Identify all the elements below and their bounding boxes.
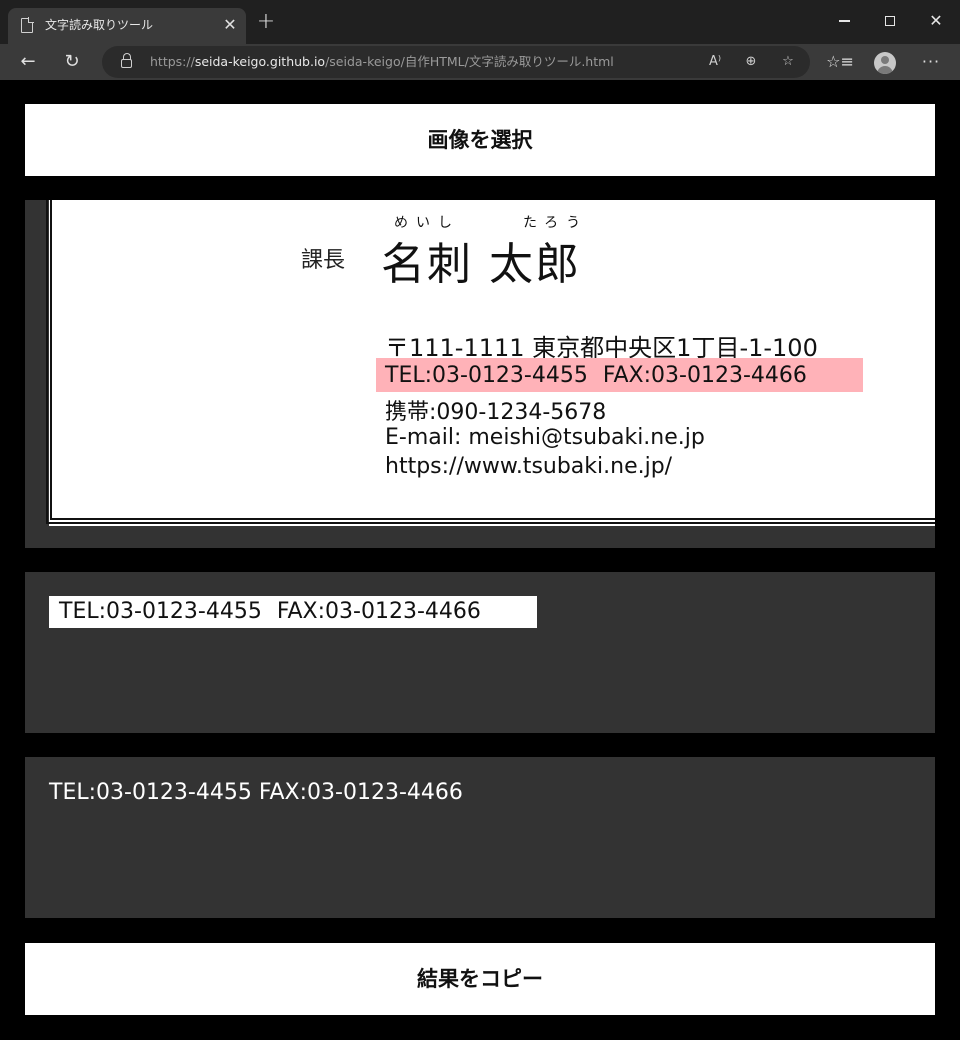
card-tel-fax: TEL:03-0123-4455 FAX:03-0123-4466 xyxy=(385,363,807,388)
plus-icon[interactable]: + xyxy=(255,11,277,33)
cropped-image: TEL:03-0123-4455 FAX:03-0123-4466 xyxy=(49,596,537,628)
browser-toolbar: ← ↻ https://seida-keigo.github.io/seida-… xyxy=(0,44,960,80)
card-url: https://www.tsubaki.ne.jp/ xyxy=(385,454,673,479)
card-mobile: 携帯:090-1234-5678 xyxy=(385,400,607,425)
url-scheme: https:// xyxy=(150,54,195,69)
avatar xyxy=(874,51,896,74)
lock-icon[interactable] xyxy=(121,53,132,68)
address-bar[interactable]: https://seida-keigo.github.io/seida-keig… xyxy=(102,46,810,78)
business-card-image[interactable]: めいし たろう 課長 名刺 太郎 〒111-1111 東京都中央区1丁目-1-1… xyxy=(46,200,935,526)
favorite-add-icon[interactable]: ☆ xyxy=(777,52,799,72)
page-body: 画像を選択 めいし たろう 課長 名刺 太郎 〒111-1111 東京都中央区1… xyxy=(0,80,960,1040)
result-panel[interactable]: TEL:03-0123-4455 FAX:03-0123-4466 xyxy=(25,757,935,918)
copy-result-button[interactable]: 結果をコピー xyxy=(25,943,935,1015)
card-role: 課長 xyxy=(301,248,346,273)
tab-title: 文字読み取りツール xyxy=(45,18,154,32)
image-preview-panel[interactable]: めいし たろう 課長 名刺 太郎 〒111-1111 東京都中央区1丁目-1-1… xyxy=(25,200,935,548)
document-icon xyxy=(21,17,34,33)
maximize-icon[interactable] xyxy=(876,8,904,34)
url-path: /seida-keigo/自作HTML/文字読み取りツール.html xyxy=(325,54,614,69)
favorites-icon[interactable]: ☆≡ xyxy=(826,48,854,76)
window-close-icon[interactable]: ✕ xyxy=(922,8,950,34)
url-text[interactable]: https://seida-keigo.github.io/seida-keig… xyxy=(150,54,614,70)
read-aloud-icon[interactable]: A⁾ xyxy=(704,52,726,72)
result-text[interactable]: TEL:03-0123-4455 FAX:03-0123-4466 xyxy=(49,780,463,805)
cropped-image-panel: TEL:03-0123-4455 FAX:03-0123-4466 xyxy=(25,572,935,733)
more-icon[interactable]: ··· xyxy=(917,48,945,76)
minimize-icon[interactable] xyxy=(830,8,858,34)
back-arrow-icon[interactable]: ← xyxy=(12,46,44,78)
url-host: seida-keigo.github.io xyxy=(194,54,326,69)
close-icon[interactable]: ✕ xyxy=(220,15,240,35)
profile-icon[interactable] xyxy=(871,48,899,76)
zoom-icon[interactable]: ⊕ xyxy=(740,52,762,72)
select-image-button[interactable]: 画像を選択 xyxy=(25,104,935,176)
reload-icon[interactable]: ↻ xyxy=(56,46,88,78)
cropped-text: TEL:03-0123-4455 FAX:03-0123-4466 xyxy=(59,599,481,624)
browser-tab[interactable]: 文字読み取りツール ✕ xyxy=(8,8,246,44)
browser-tab-bar: 文字読み取りツール ✕ + ✕ xyxy=(0,0,960,44)
card-email: E-mail: meishi@tsubaki.ne.jp xyxy=(385,425,705,450)
card-name: 名刺 太郎 xyxy=(381,239,581,290)
